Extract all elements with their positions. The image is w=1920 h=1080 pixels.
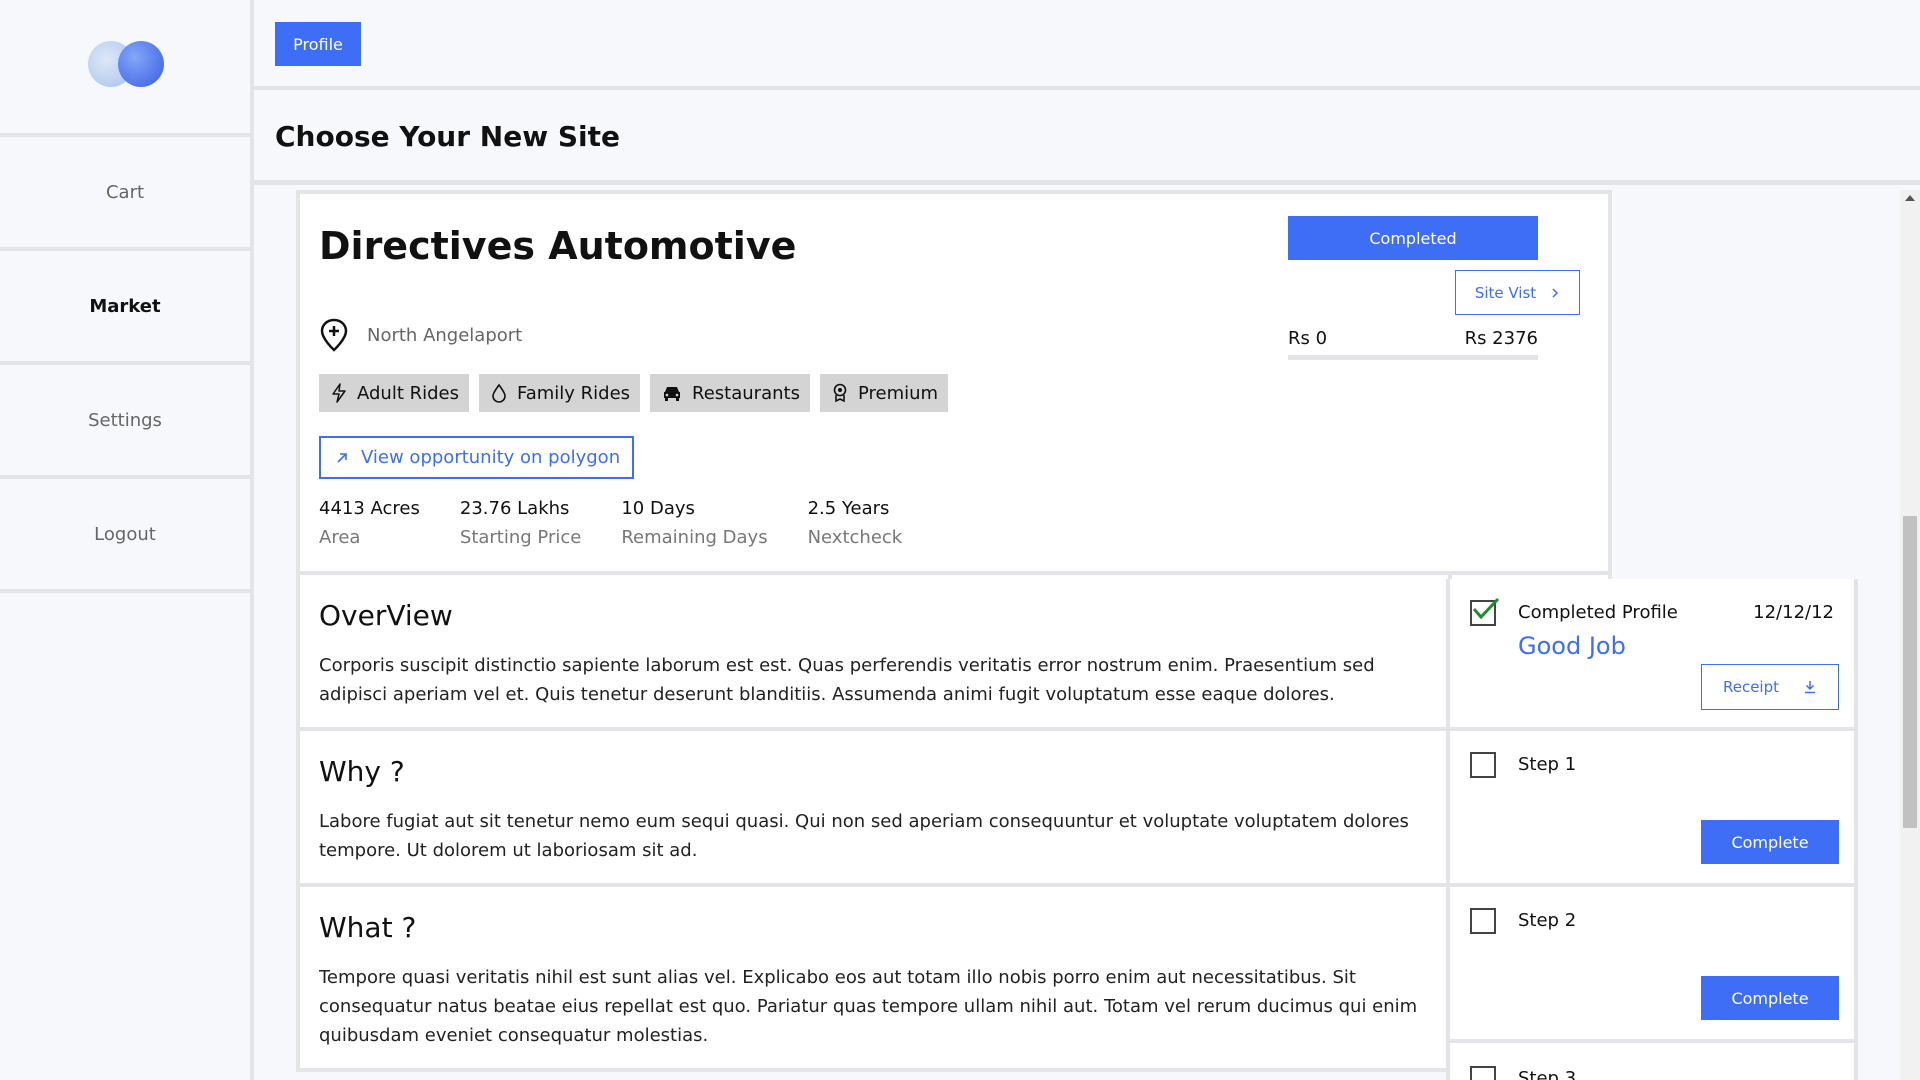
profile-button[interactable]: Profile xyxy=(275,22,361,66)
completed-date: 12/12/12 xyxy=(1753,602,1834,623)
section-title: Why ? xyxy=(319,755,405,788)
completed-checkbox[interactable] xyxy=(1470,597,1500,626)
tag-label: Adult Rides xyxy=(357,382,459,404)
check-icon xyxy=(1472,597,1500,620)
download-icon xyxy=(1805,681,1816,694)
site-stats: 4413 Acres Area 23.76 Lakhs Starting Pri… xyxy=(319,498,942,548)
tag-label: Family Rides xyxy=(517,382,631,404)
step-3-label: Step 3 xyxy=(1518,1068,1577,1080)
page-title: Choose Your New Site xyxy=(275,120,620,153)
tag-label: Restaurants xyxy=(692,382,800,404)
stat-label: Area xyxy=(319,527,361,548)
logo-circle-dark xyxy=(118,41,164,87)
tag-restaurants: Restaurants xyxy=(650,374,810,412)
location-label: North Angelaport xyxy=(367,324,523,346)
section-overview: OverView Corporis suscipit distinctio sa… xyxy=(296,575,1612,731)
section-title: What ? xyxy=(319,911,417,944)
stat-value: 23.76 Lakhs xyxy=(459,498,570,519)
step-2-checkbox[interactable] xyxy=(1470,908,1496,934)
tag-adult-rides: Adult Rides xyxy=(319,374,469,412)
arrow-up-right-icon xyxy=(337,452,347,463)
lightning-icon xyxy=(332,383,346,403)
completed-profile-label: Completed Profile xyxy=(1518,602,1678,623)
scroll-thumb[interactable] xyxy=(1903,516,1917,828)
price-range-bar xyxy=(1288,355,1538,360)
logo xyxy=(0,0,250,137)
view-polygon-label: View opportunity on polygon xyxy=(361,447,621,468)
good-job-text: Good Job xyxy=(1518,632,1626,660)
stat-value: 10 Days xyxy=(621,498,695,519)
stat-nextcheck: 2.5 Years Nextcheck xyxy=(808,498,903,548)
stat-starting-price: 23.76 Lakhs Starting Price xyxy=(460,498,581,548)
scrollbar[interactable] xyxy=(1900,190,1920,1080)
view-polygon-button[interactable]: View opportunity on polygon xyxy=(319,436,635,479)
step-2-complete-button[interactable]: Complete xyxy=(1701,976,1839,1020)
step-2-label: Step 2 xyxy=(1518,910,1577,931)
sidebar-item-settings[interactable]: Settings xyxy=(0,365,250,479)
receipt-button[interactable]: Receipt xyxy=(1701,664,1839,710)
car-icon xyxy=(664,387,681,401)
tag-premium: Premium xyxy=(819,374,949,412)
section-body: Why ? Labore fugiat aut sit tenetur nemo… xyxy=(296,731,1452,887)
award-icon xyxy=(833,383,847,403)
stat-value: 4413 Acres xyxy=(319,498,420,519)
title-bar: Choose Your New Site xyxy=(254,94,1920,185)
step-2-panel: Step 2 Complete xyxy=(1446,887,1858,1043)
price-range: Rs 0 Rs 2376 xyxy=(1288,328,1538,349)
step-3-panel: Step 3 xyxy=(1446,1043,1858,1080)
step-1-label: Step 1 xyxy=(1518,754,1577,775)
stat-label: Remaining Days xyxy=(621,527,768,548)
section-text: Labore fugiat aut sit tenetur nemo eum s… xyxy=(319,811,1409,861)
section-why: Why ? Labore fugiat aut sit tenetur nemo… xyxy=(296,731,1612,887)
section-text: Corporis suscipit distinctio sapiente la… xyxy=(319,655,1375,705)
site-visit-label: Site Vist xyxy=(1474,283,1537,302)
tag-family-rides: Family Rides xyxy=(479,374,641,412)
step-1-checkbox[interactable] xyxy=(1470,752,1496,778)
top-bar: Profile xyxy=(254,0,1920,90)
section-text: Tempore quasi veritatis nihil est sunt a… xyxy=(319,967,1418,1046)
site-location: North Angelaport xyxy=(319,318,522,352)
section-title: OverView xyxy=(319,599,453,632)
sidebar: Cart Market Settings Logout xyxy=(0,0,254,1080)
stat-area: 4413 Acres Area xyxy=(319,498,420,548)
chevron-right-icon xyxy=(1552,287,1559,298)
price-min: Rs 0 xyxy=(1288,328,1328,349)
sidebar-item-logout[interactable]: Logout xyxy=(0,479,250,593)
section-body: OverView Corporis suscipit distinctio sa… xyxy=(296,575,1452,731)
site-name: Directives Automotive xyxy=(319,224,797,268)
scroll-up-arrow-icon[interactable] xyxy=(1905,195,1915,201)
section-body: What ? Tempore quasi veritatis nihil est… xyxy=(296,887,1452,1072)
stat-remaining-days: 10 Days Remaining Days xyxy=(621,498,767,548)
location-pin-icon xyxy=(320,318,348,352)
step-1-panel: Step 1 Complete xyxy=(1446,731,1858,887)
tag-list: Adult Rides Family Rides Restaurants Pre… xyxy=(319,374,949,412)
tag-label: Premium xyxy=(857,382,939,404)
price-max: Rs 2376 xyxy=(1464,328,1538,349)
sidebar-item-cart[interactable]: Cart xyxy=(0,137,250,251)
section-what: What ? Tempore quasi veritatis nihil est… xyxy=(296,887,1612,1072)
step-1-complete-button[interactable]: Complete xyxy=(1701,820,1839,864)
drop-icon xyxy=(492,383,506,403)
completed-profile-panel: Completed Profile 12/12/12 Good Job Rece… xyxy=(1446,579,1858,731)
status-completed-button[interactable]: Completed xyxy=(1288,216,1538,260)
receipt-label: Receipt xyxy=(1722,678,1780,696)
step-3-checkbox[interactable] xyxy=(1470,1066,1496,1080)
site-visit-button[interactable]: Site Vist xyxy=(1455,270,1580,315)
sidebar-item-market[interactable]: Market xyxy=(0,251,250,365)
stat-value: 2.5 Years xyxy=(807,498,890,519)
stat-label: Starting Price xyxy=(459,527,582,548)
stat-label: Nextcheck xyxy=(807,527,903,548)
